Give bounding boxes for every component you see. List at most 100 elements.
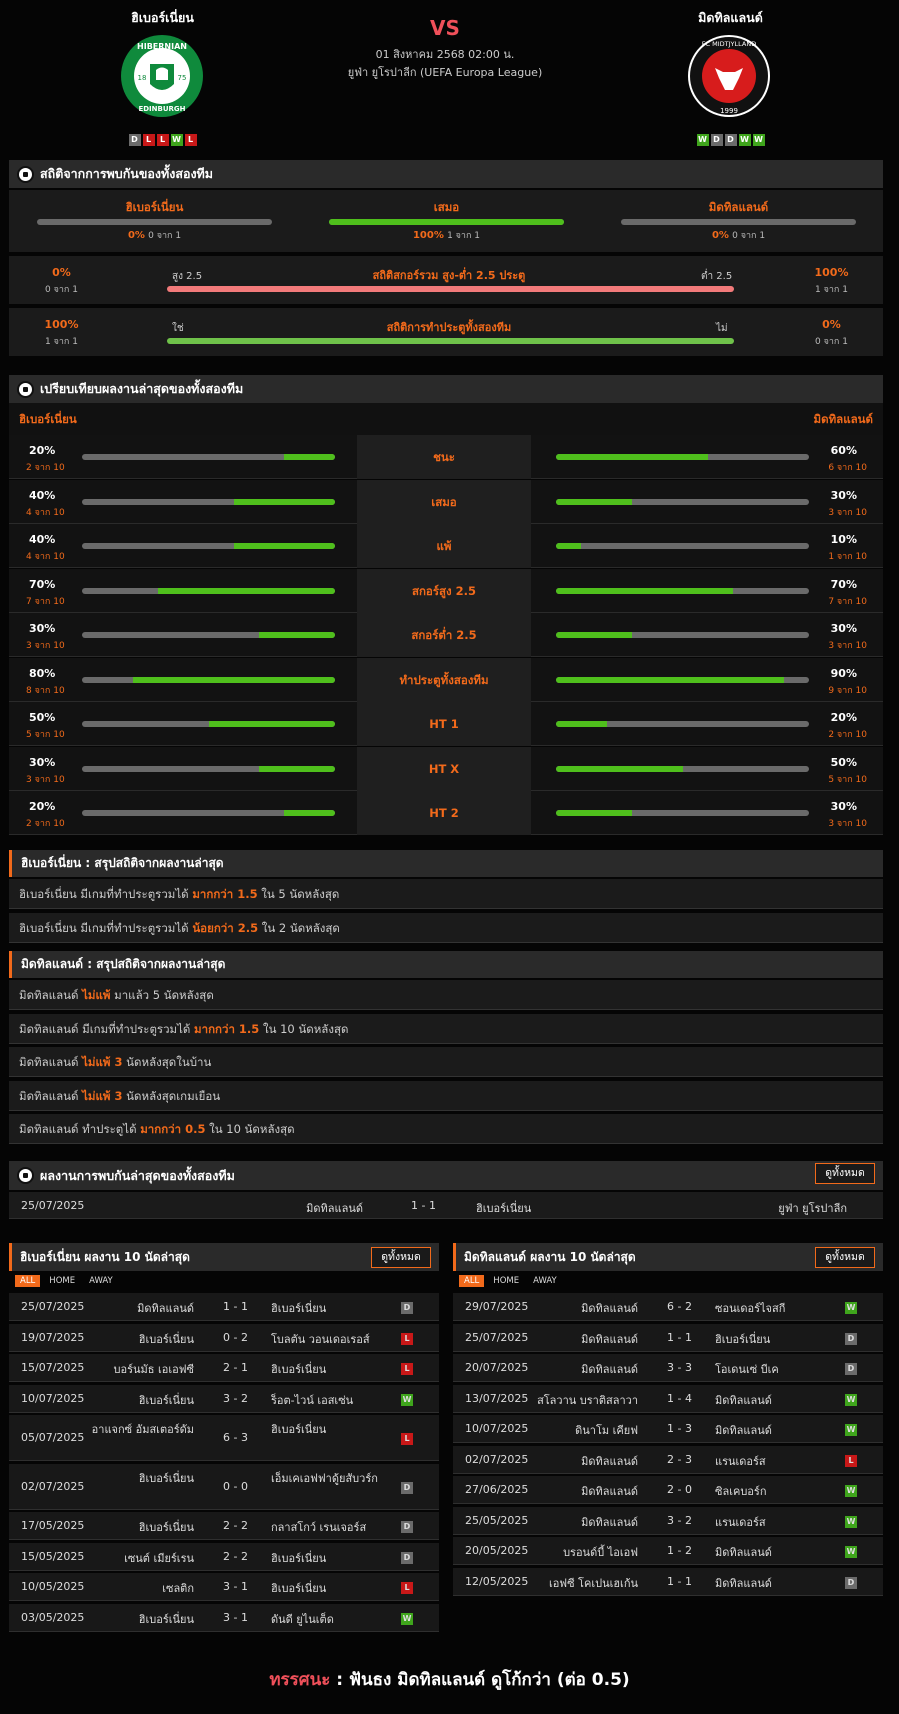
result-row[interactable]: 13/07/2025 สโลวาน บราติสลาวา 1 - 4 มิดทิลแล…	[453, 1384, 883, 1413]
h2h-results-section: ผลงานการพบกันล่าสุดของทั้งสองทีม ดูทั้งห…	[9, 1161, 883, 1221]
result-row[interactable]: 15/07/2025 บอร์นมัธ เอเอฟซี 2 - 1 ฮิเบอร์เน…	[9, 1354, 439, 1382]
result-row[interactable]: 03/05/2025 ฮิเบอร์เนี่ยน 3 - 1 ดันดี ยูไนเต…	[9, 1603, 439, 1632]
btts-right-sub: 0 จาก 1	[815, 337, 848, 347]
away-team-logo[interactable]: FC MIDTJYLLAND 1999	[687, 34, 771, 118]
compare-home-sub: 2 จาก 10	[26, 463, 65, 473]
compare-away-sub: 3 จาก 10	[828, 819, 867, 829]
result-badge: L	[401, 1363, 413, 1375]
match-away: แรนเดอร์ส	[715, 1515, 766, 1529]
result-row[interactable]: 15/05/2025 เซนต์ เมียร์เรน 2 - 2 ฮิเบอร์เนี…	[9, 1542, 439, 1571]
match-home: ฮิเบอร์เนี่ยน	[138, 1612, 194, 1626]
compare-away-fill	[556, 676, 784, 683]
match-away: มิดทิลแลนด์	[715, 1546, 772, 1559]
compare-away-sub: 5 จาก 10	[828, 774, 867, 785]
match-home: มิดทิลแลนด์	[581, 1454, 638, 1468]
home-team-logo[interactable]: HIBERNIAN EDINBURGH 18 75	[120, 34, 204, 118]
compare-home-pct: 30%	[29, 622, 56, 635]
summary-highlight: ไม่แพ้ 3	[82, 1055, 123, 1069]
result-row[interactable]: 02/07/2025 มิดทิลแลนด์ 2 - 3 แรนเดอร์ส L	[453, 1445, 883, 1474]
form-badge: W	[170, 134, 183, 146]
result-row[interactable]: 25/05/2025 มิดทิลแลนด์ 3 - 2 แรนเดอร์ส W	[453, 1506, 883, 1535]
match-home: มิดทิลแลนด์	[137, 1302, 194, 1315]
ou-right-sub: 1 จาก 1	[815, 285, 848, 295]
compare-away-pct: 20%	[830, 711, 857, 724]
summary-highlight: น้อยกว่า 2.5	[192, 920, 259, 935]
result-row[interactable]: 27/06/2025 มิดทิลแลนด์ 2 - 0 ซิลเคบอร์ก W	[453, 1476, 883, 1504]
compare-away-fill	[556, 810, 632, 816]
verdict-separator: :	[336, 1670, 344, 1690]
match-score: 1 - 3	[667, 1422, 692, 1435]
btts-right-pct: 0%	[822, 318, 841, 331]
compare-away-bar	[556, 721, 809, 727]
compare-home-pct: 70%	[29, 577, 56, 591]
result-badge: W	[845, 1393, 857, 1406]
away-team-name[interactable]: มิดทิลแลนด์	[668, 8, 793, 28]
ou-left-sub: 0 จาก 1	[45, 285, 78, 295]
section-title: เปรียบเทียบผลงานล่าสุดของทั้งสองทีม	[40, 381, 244, 396]
compare-row: 40% 4 จาก 10 เสมอ 30% 3 จาก 10	[9, 479, 883, 524]
compare-home-sub: 5 จาก 10	[26, 730, 65, 740]
home-crest-year-left: 18	[138, 74, 147, 82]
compare-home-pct: 50%	[29, 711, 56, 724]
tab-away[interactable]: AWAY	[84, 1275, 118, 1287]
tab-home[interactable]: HOME	[488, 1275, 524, 1287]
result-row[interactable]: 10/07/2025 ฮิเบอร์เนี่ยน 3 - 2 ร็อต-ไวน์ เอ…	[9, 1384, 439, 1413]
compare-home-pct: 20%	[29, 800, 56, 813]
compare-home-name[interactable]: ฮิเบอร์เนี่ยน	[19, 411, 77, 429]
result-row[interactable]: 02/07/2025 ฮิเบอร์เนี่ยน 0 - 0 เอ็มเคเอฟฟาด…	[9, 1463, 439, 1510]
home-team-name[interactable]: ฮิเบอร์เนี่ยน	[100, 8, 225, 28]
h2h-result-row[interactable]: 25/07/2025 มิดทิลแลนด์ 1 - 1 ฮิเบอร์เนี่ยน ย…	[9, 1192, 883, 1219]
match-date: 01 สิงหาคม 2568 02:00 น.	[375, 48, 515, 61]
result-row[interactable]: 12/05/2025 เอฟซี โคเปนเฮเก้น 1 - 1 มิดทิลแล…	[453, 1567, 883, 1596]
away-summary-title: มิดทิลแลนด์ : สรุปสถิติจากผลงานล่าสุด	[9, 951, 883, 978]
result-badge: W	[845, 1546, 857, 1558]
match-score: 1 - 2	[667, 1544, 692, 1557]
form-badge: L	[156, 134, 169, 146]
tab-all[interactable]: ALL	[459, 1275, 485, 1287]
result-row[interactable]: 17/05/2025 ฮิเบอร์เนี่ยน 2 - 2 กลาสโกว์ เรน…	[9, 1512, 439, 1540]
summary-line: มิดทิลแลนด์ ไม่แพ้ 3 นัดหลังสุดเกมเยือน	[9, 1080, 883, 1111]
result-row[interactable]: 10/07/2025 ดินาโม เคียฟ 1 - 3 มิดทิลแลนด์ W	[453, 1415, 883, 1443]
summary-text: ใน 2 นัดหลังสุด	[258, 920, 340, 935]
result-badge: W	[845, 1302, 857, 1314]
result-row[interactable]: 29/07/2025 มิดทิลแลนด์ 6 - 2 ซอนเดอร์ไจสกี W	[453, 1293, 883, 1321]
match-away: กลาสโกว์ เรนเจอร์ส	[271, 1521, 367, 1534]
result-row[interactable]: 05/07/2025 อาแจกซ์ อัมสเตอร์ดัม 6 - 3 ฮิเบอ…	[9, 1415, 439, 1461]
match-home: ฮิเบอร์เนี่ยน	[138, 1332, 194, 1346]
compare-label: สกอร์ต่ำ 2.5	[357, 613, 531, 657]
compare-label: แพ้	[357, 524, 531, 568]
result-row[interactable]: 25/07/2025 มิดทิลแลนด์ 1 - 1 ฮิเบอร์เนี่ยน D	[9, 1293, 439, 1321]
tab-all[interactable]: ALL	[15, 1275, 41, 1287]
h2h-view-all-button[interactable]: ดูทั้งหมด	[815, 1163, 875, 1184]
summary-line: มิดทิลแลนด์ ไม่แพ้ มาแล้ว 5 นัดหลังสุด	[9, 980, 883, 1010]
tab-away[interactable]: AWAY	[528, 1275, 562, 1287]
compare-away-pct: 10%	[830, 533, 857, 546]
result-row[interactable]: 20/05/2025 บรอนด์บี้ ไอเอฟ 1 - 2 มิดทิลแลนด…	[453, 1537, 883, 1565]
league-name[interactable]: ยูฟ่า ยูโรปาลีก (UEFA Europa League)	[300, 63, 590, 81]
away-last10-view-all-button[interactable]: ดูทั้งหมด	[815, 1247, 875, 1268]
home-crest-top: HIBERNIAN	[137, 42, 187, 51]
compare-home-fill	[233, 543, 335, 549]
compare-away-pct: 50%	[830, 755, 857, 769]
match-home: ฮิเบอร์เนี่ยน	[138, 1471, 194, 1485]
match-score: 0 - 2	[223, 1330, 248, 1344]
compare-home-fill	[284, 454, 335, 460]
summary-text: มาแล้ว 5 นัดหลังสุด	[110, 988, 214, 1002]
compare-label: สกอร์สูง 2.5	[357, 568, 531, 613]
match-score: 6 - 3	[223, 1431, 248, 1444]
form-badge: W	[738, 134, 751, 146]
match-home: ฮิเบอร์เนี่ยน	[138, 1393, 194, 1407]
summary-text: มิดทิลแลนด์	[19, 1088, 83, 1103]
home-last10-view-all-button[interactable]: ดูทั้งหมด	[371, 1247, 431, 1268]
match-away: ฮิเบอร์เนี่ยน	[271, 1551, 327, 1565]
compare-label: ทำประตูทั้งสองทีม	[357, 657, 531, 702]
compare-away-name[interactable]: มิดทิลแลนด์	[814, 411, 873, 429]
result-row[interactable]: 20/07/2025 มิดทิลแลนด์ 3 - 3 โอเดนเซ่ บีเค D	[453, 1354, 883, 1382]
section-title: สถิติจากการพบกันของทั้งสองทีม	[40, 166, 214, 181]
match-score: 1 - 4	[667, 1391, 692, 1405]
result-row[interactable]: 19/07/2025 ฮิเบอร์เนี่ยน 0 - 2 โบลตัน วอนเด…	[9, 1323, 439, 1352]
compare-row: 20% 2 จาก 10 ชนะ 60% 6 จาก 10	[9, 435, 883, 479]
result-row[interactable]: 25/07/2025 มิดทิลแลนด์ 1 - 1 ฮิเบอร์เนี่ยน D	[453, 1323, 883, 1352]
result-row[interactable]: 10/05/2025 เซลติก 3 - 1 ฮิเบอร์เนี่ยน L	[9, 1573, 439, 1601]
tab-home[interactable]: HOME	[44, 1275, 80, 1287]
